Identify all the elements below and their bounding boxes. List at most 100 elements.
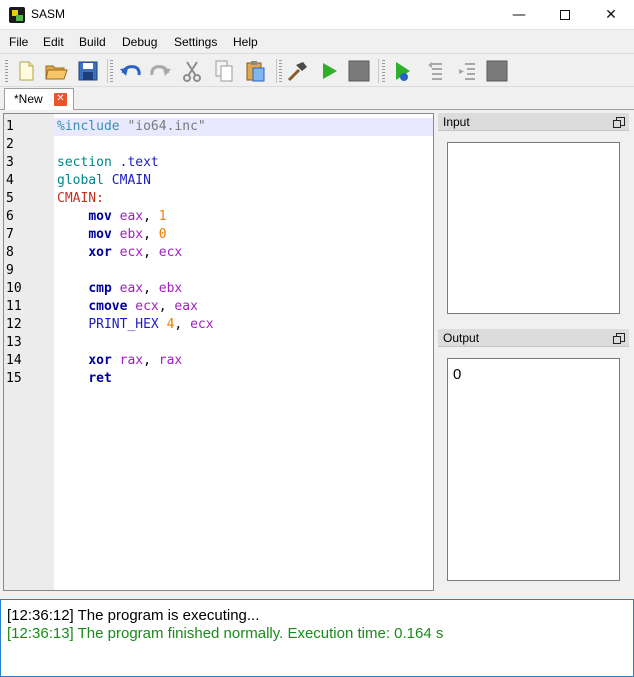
code-line[interactable] — [54, 334, 433, 352]
code-editor[interactable]: %include "io64.inc" section .text global C… — [3, 113, 434, 591]
line-number: 14 — [6, 353, 22, 368]
line-number: 4 — [6, 173, 14, 188]
redo-icon — [150, 65, 171, 76]
menu-settings[interactable]: Settings — [174, 35, 217, 49]
tab-new[interactable]: *New ✕ — [4, 88, 74, 110]
code-line[interactable]: mov ebx, 0 — [54, 226, 433, 244]
code-line[interactable]: cmp eax, ebx — [54, 280, 433, 298]
toolbar-grip[interactable] — [110, 60, 113, 82]
line-number: 5 — [6, 191, 14, 206]
code-token: , — [143, 245, 159, 260]
code-line[interactable]: xor ecx, ecx — [54, 244, 433, 262]
float-panel-icon[interactable] — [613, 333, 625, 344]
toolbar-grip[interactable] — [5, 60, 8, 82]
input-panel-header: Input — [438, 113, 629, 131]
code-line[interactable]: xor rax, rax — [54, 352, 433, 370]
code-token: 0 — [158, 227, 167, 242]
toolbar-grip[interactable] — [279, 60, 282, 82]
menu-build[interactable]: Build — [79, 35, 106, 49]
toolbar-separator — [378, 59, 379, 83]
undo-button[interactable] — [117, 58, 143, 84]
step-into-button[interactable] — [454, 58, 480, 84]
code-line[interactable]: global CMAIN — [54, 172, 433, 190]
toolbar — [0, 53, 634, 87]
code-token: cmove — [88, 299, 136, 314]
input-textbox[interactable] — [447, 142, 620, 314]
maximize-button[interactable] — [542, 0, 588, 30]
title-bar: SASM — ✕ — [0, 0, 634, 30]
code-line[interactable]: cmove ecx, eax — [54, 298, 433, 316]
code-token: ebx — [119, 227, 144, 242]
stop-icon — [348, 60, 370, 82]
debug-stop-button[interactable] — [484, 58, 510, 84]
line-number: 13 — [6, 335, 22, 350]
output-panel-header: Output — [438, 329, 629, 347]
code-line[interactable]: mov eax, 1 — [54, 208, 433, 226]
line-number: 15 — [6, 371, 22, 386]
code-line[interactable]: %include "io64.inc" — [54, 118, 433, 136]
save-button[interactable] — [75, 58, 101, 84]
cut-button[interactable] — [179, 58, 205, 84]
menu-bar: File Edit Build Debug Settings Help — [0, 31, 634, 53]
debug-button[interactable] — [390, 58, 416, 84]
code-token: ecx — [135, 299, 159, 314]
code-token: xor — [88, 353, 120, 368]
build-button[interactable] — [285, 58, 311, 84]
code-token: %include — [57, 119, 128, 134]
run-button[interactable] — [316, 58, 342, 84]
close-window-button[interactable]: ✕ — [588, 0, 634, 30]
code-token: ecx — [158, 245, 183, 260]
maximize-icon — [560, 10, 570, 20]
code-token: PRINT_HEX — [88, 317, 167, 332]
code-token: , — [143, 227, 159, 242]
toolbar-separator — [276, 59, 277, 83]
menu-debug[interactable]: Debug — [122, 35, 157, 49]
log-message: The program is executing... — [77, 607, 260, 624]
copy-button[interactable] — [211, 58, 237, 84]
log-line: [12:36:13] The program finished normally… — [7, 625, 443, 642]
open-folder-icon — [45, 65, 68, 80]
code-line[interactable] — [54, 136, 433, 154]
float-panel-icon[interactable] — [613, 117, 625, 128]
code-line[interactable]: PRINT_HEX 4, ecx — [54, 316, 433, 334]
step-over-icon — [428, 62, 442, 80]
output-textbox: 0 — [447, 358, 620, 581]
toolbar-separator — [107, 59, 108, 83]
code-line[interactable]: section .text — [54, 154, 433, 172]
new-file-button[interactable] — [13, 58, 39, 84]
minimize-button[interactable]: — — [496, 0, 542, 30]
menu-help[interactable]: Help — [233, 35, 258, 49]
build-log: [12:36:12] The program is executing... [… — [0, 599, 634, 677]
line-number: 9 — [6, 263, 14, 278]
menu-file[interactable]: File — [9, 35, 28, 49]
debug-stop-icon — [486, 60, 508, 82]
step-over-button[interactable] — [423, 58, 449, 84]
build-hammer-icon — [287, 62, 307, 82]
code-token: , — [143, 209, 159, 224]
code-token: , — [174, 317, 191, 332]
stop-button[interactable] — [346, 58, 372, 84]
line-number: 6 — [6, 209, 14, 224]
line-number: 3 — [6, 155, 14, 170]
menu-edit[interactable]: Edit — [43, 35, 64, 49]
code-line[interactable]: CMAIN: — [54, 190, 433, 208]
code-line[interactable] — [54, 262, 433, 280]
code-token: ebx — [158, 281, 183, 296]
code-token: xor — [88, 245, 120, 260]
open-file-button[interactable] — [43, 58, 69, 84]
paste-button[interactable] — [242, 58, 268, 84]
toolbar-grip[interactable] — [382, 60, 385, 82]
output-text: 0 — [453, 366, 462, 383]
redo-button[interactable] — [148, 58, 174, 84]
line-number: 11 — [6, 299, 22, 314]
debug-icon — [396, 62, 410, 81]
tab-close-button[interactable]: ✕ — [54, 93, 67, 106]
new-file-icon — [19, 61, 34, 81]
line-number: 12 — [6, 317, 22, 332]
code-line[interactable]: ret — [54, 370, 433, 388]
save-icon — [78, 61, 98, 81]
